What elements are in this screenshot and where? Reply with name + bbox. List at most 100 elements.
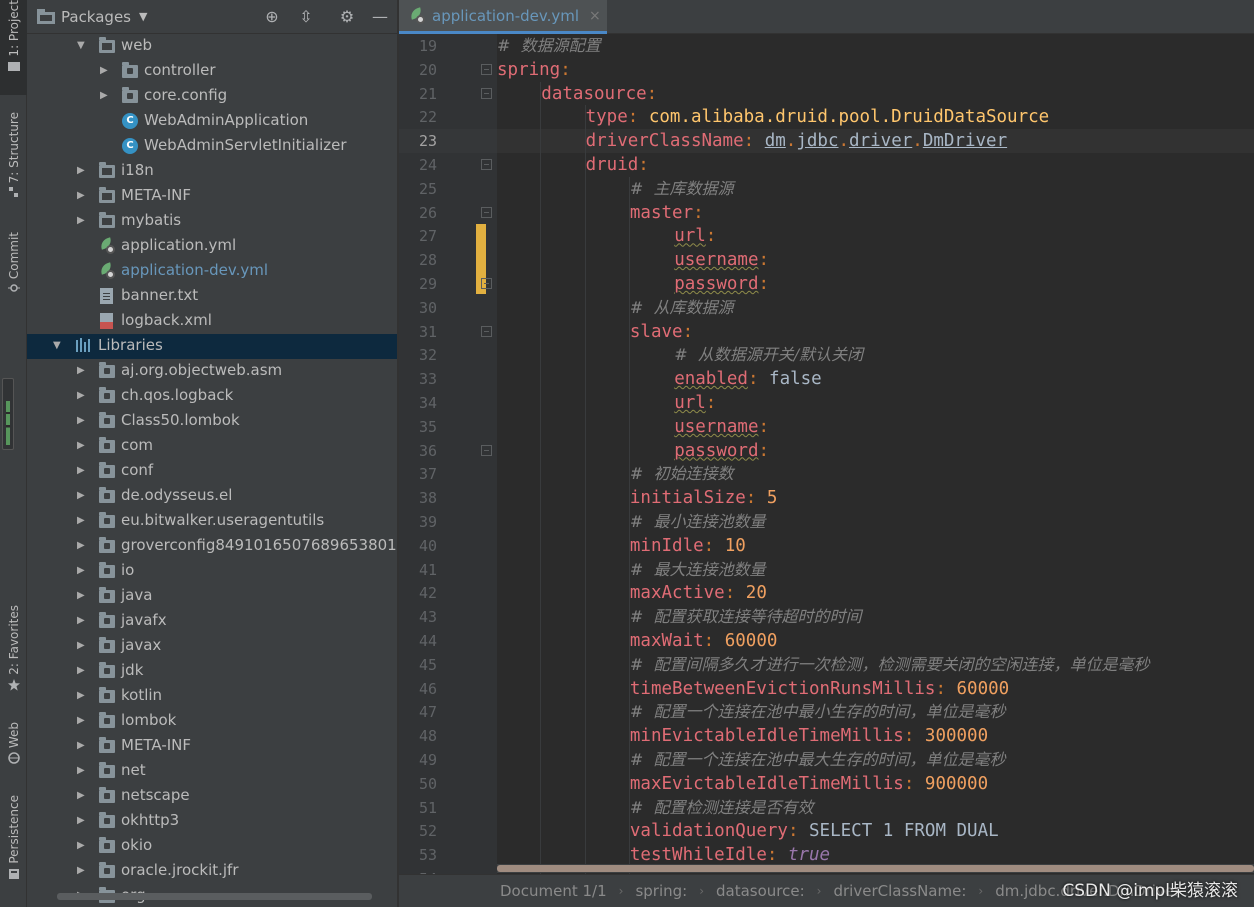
tree-item[interactable]: ▶ de.odysseus.el: [27, 484, 397, 509]
code-line[interactable]: username:: [674, 415, 769, 439]
code-line[interactable]: # 最小连接池数量: [630, 510, 766, 534]
tree-item[interactable]: ▶ okhttp3: [27, 809, 397, 834]
tree-item[interactable]: ▶ netscape: [27, 784, 397, 809]
code-line[interactable]: type: com.alibaba.druid.pool.DruidDataSo…: [586, 105, 1050, 129]
locate-icon[interactable]: ⊕: [263, 8, 281, 26]
chevron-right-icon[interactable]: ▶: [77, 591, 87, 601]
tree-item[interactable]: ▶ META-INF: [27, 734, 397, 759]
tree-item[interactable]: ▶ net: [27, 759, 397, 784]
chevron-right-icon[interactable]: ▶: [77, 416, 87, 426]
chevron-right-icon[interactable]: ▶: [77, 466, 87, 476]
chevron-down-icon[interactable]: ▼: [53, 341, 63, 351]
tree-item[interactable]: ▼ web: [27, 34, 397, 59]
tree-item[interactable]: ▶ oracle.jrockit.jfr: [27, 859, 397, 884]
code-line[interactable]: maxActive: 20: [630, 581, 767, 605]
chevron-right-icon[interactable]: ▶: [77, 641, 87, 651]
code-line[interactable]: password:: [674, 272, 769, 296]
fold-marker-icon[interactable]: [481, 87, 492, 99]
code-line[interactable]: # 从库数据源: [630, 296, 734, 320]
tree-item[interactable]: ▶ javax: [27, 634, 397, 659]
code-line[interactable]: # 数据源配置: [497, 34, 601, 58]
code-line[interactable]: master:: [630, 201, 704, 225]
tree-item[interactable]: ▶ groverconfig8491016507689653801: [27, 534, 397, 559]
tool-tab-project[interactable]: 1: Project: [0, 0, 27, 95]
code-line[interactable]: # 从数据源开关/默认关闭: [674, 343, 863, 367]
tree-item[interactable]: ▶ jdk: [27, 659, 397, 684]
chevron-right-icon[interactable]: ▶: [77, 566, 87, 576]
chevron-right-icon[interactable]: ▶: [77, 791, 87, 801]
code-line[interactable]: # 主库数据源: [630, 177, 734, 201]
tree-item[interactable]: ▶ java: [27, 584, 397, 609]
tool-tab-persistence[interactable]: Persistence: [0, 795, 27, 895]
tree-item[interactable]: ▶ javafx: [27, 609, 397, 634]
tree-item[interactable]: ▶ Class50.lombok: [27, 409, 397, 434]
code-line[interactable]: minEvictableIdleTimeMillis: 300000: [630, 724, 988, 748]
tree-item[interactable]: application-dev.yml: [27, 259, 397, 284]
project-horizontal-scrollbar[interactable]: [57, 893, 372, 900]
tool-tab-web[interactable]: Web: [0, 722, 27, 777]
fold-marker-icon[interactable]: [481, 325, 492, 337]
chevron-right-icon[interactable]: ▶: [77, 816, 87, 826]
code-editor[interactable]: # 数据源配置 spring: datasource: type: com.aliba…: [497, 34, 1254, 874]
editor-horizontal-scrollbar[interactable]: [497, 864, 1254, 873]
code-line[interactable]: datasource:: [541, 82, 657, 106]
chevron-right-icon[interactable]: ▶: [77, 691, 87, 701]
breadcrumb-item[interactable]: driverClassName:: [833, 882, 966, 900]
code-line[interactable]: # 配置获取连接等待超时的时间: [630, 605, 862, 629]
chevron-right-icon[interactable]: ▶: [77, 766, 87, 776]
chevron-right-icon[interactable]: ▶: [100, 91, 110, 101]
breadcrumb-item[interactable]: datasource:: [716, 882, 805, 900]
chevron-down-icon[interactable]: ▼: [77, 41, 87, 51]
editor-tab-application-dev-yml[interactable]: application-dev.yml ×: [399, 0, 607, 34]
chevron-right-icon[interactable]: ▶: [77, 541, 87, 551]
tree-item[interactable]: banner.txt: [27, 284, 397, 309]
tree-item[interactable]: ▶ ch.qos.logback: [27, 384, 397, 409]
tree-item[interactable]: ▶ kotlin: [27, 684, 397, 709]
tree-item[interactable]: C WebAdminServletInitializer: [27, 134, 397, 159]
fold-marker-icon[interactable]: [481, 444, 492, 456]
breadcrumb-item[interactable]: spring:: [635, 882, 687, 900]
chevron-right-icon[interactable]: ▶: [77, 491, 87, 501]
chevron-down-icon[interactable]: ▼: [139, 10, 147, 23]
chevron-right-icon[interactable]: ▶: [77, 616, 87, 626]
chevron-right-icon[interactable]: ▶: [77, 841, 87, 851]
code-line[interactable]: maxEvictableIdleTimeMillis: 900000: [630, 772, 988, 796]
tool-tab-favorites[interactable]: 2: Favorites: [0, 605, 27, 705]
tool-tab-structure[interactable]: 7: Structure: [0, 112, 27, 212]
code-line[interactable]: # 初始连接数: [630, 462, 734, 486]
tree-item[interactable]: application.yml: [27, 234, 397, 259]
fold-marker-icon[interactable]: [481, 278, 492, 289]
code-line[interactable]: druid:: [586, 153, 649, 177]
code-line[interactable]: spring:: [497, 58, 571, 82]
chevron-right-icon[interactable]: ▶: [100, 66, 110, 76]
tree-item[interactable]: ▼ Libraries: [27, 334, 397, 359]
code-line[interactable]: # 配置一个连接在池中最大生存的时间，单位是毫秒: [630, 748, 1006, 772]
code-line[interactable]: minIdle: 10: [630, 534, 746, 558]
chevron-right-icon[interactable]: ▶: [77, 366, 87, 376]
tree-item[interactable]: ▶ eu.bitwalker.useragentutils: [27, 509, 397, 534]
tree-item[interactable]: ▶ okio: [27, 834, 397, 859]
tree-item[interactable]: ▶ io: [27, 559, 397, 584]
code-line[interactable]: timeBetweenEvictionRunsMillis: 60000: [630, 677, 1009, 701]
chevron-right-icon[interactable]: ▶: [77, 441, 87, 451]
code-line[interactable]: driverClassName: dm.jdbc.driver.DmDriver: [586, 129, 1008, 153]
scrollbar-thumb[interactable]: [497, 865, 1254, 872]
code-line[interactable]: slave:: [630, 320, 693, 344]
code-line[interactable]: # 最大连接池数量: [630, 558, 766, 582]
tree-item[interactable]: ▶ controller: [27, 59, 397, 84]
chevron-right-icon[interactable]: ▶: [77, 741, 87, 751]
view-selector-label[interactable]: Packages: [61, 8, 131, 26]
code-line[interactable]: url:: [674, 391, 716, 415]
fold-marker-icon[interactable]: [481, 159, 492, 170]
code-line[interactable]: # 配置检测连接是否有效: [630, 796, 814, 820]
chevron-right-icon[interactable]: ▶: [77, 216, 87, 226]
fold-marker-icon[interactable]: [481, 206, 492, 218]
code-line[interactable]: # 配置一个连接在池中最小生存的时间，单位是毫秒: [630, 700, 1006, 724]
fold-marker-icon[interactable]: [481, 63, 492, 75]
tree-item[interactable]: C WebAdminApplication: [27, 109, 397, 134]
chevron-right-icon[interactable]: ▶: [77, 516, 87, 526]
tree-item[interactable]: ▶ mybatis: [27, 209, 397, 234]
code-line[interactable]: maxWait: 60000: [630, 629, 778, 653]
tree-item[interactable]: ▶ conf: [27, 459, 397, 484]
code-line[interactable]: url:: [674, 224, 716, 248]
